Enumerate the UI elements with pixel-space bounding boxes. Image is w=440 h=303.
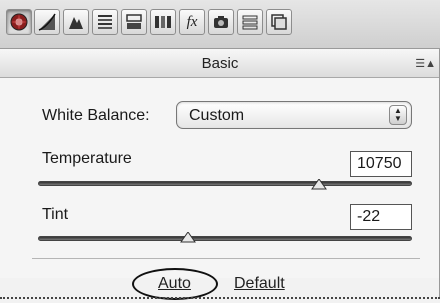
effects-icon[interactable]: fx: [179, 9, 205, 35]
temperature-slider-track[interactable]: [38, 181, 412, 186]
tone-curve-icon[interactable]: [34, 9, 60, 35]
lens-corrections-icon[interactable]: [150, 9, 176, 35]
dotted-border: [0, 297, 440, 299]
section-divider: [32, 258, 420, 259]
basic-adjustments-panel: fx Basic ☰▲ White Balance: Custom ▲ ▼ Tem…: [0, 0, 440, 303]
tint-label: Tint: [42, 206, 69, 223]
camera-calibration-icon[interactable]: [208, 9, 234, 35]
basic-tab-icon[interactable]: [6, 9, 32, 35]
select-stepper-icon: ▲ ▼: [389, 105, 407, 125]
presets-icon[interactable]: [237, 9, 263, 35]
white-balance-label: White Balance:: [42, 107, 150, 124]
temperature-slider-thumb[interactable]: [310, 179, 327, 191]
panel-menu-icon[interactable]: ☰▲: [415, 57, 436, 70]
temperature-field[interactable]: 10750: [350, 151, 412, 177]
tint-field[interactable]: -22: [350, 204, 412, 230]
white-balance-value: Custom: [189, 107, 245, 124]
split-toning-icon[interactable]: [121, 9, 147, 35]
tint-slider-thumb[interactable]: [179, 232, 196, 244]
hsl-grayscale-icon[interactable]: [92, 9, 118, 35]
detail-icon[interactable]: [63, 9, 89, 35]
temperature-label: Temperature: [42, 150, 132, 167]
section-title: Basic: [201, 55, 239, 72]
snapshots-icon[interactable]: [266, 9, 292, 35]
section-header: Basic ☰▲: [0, 49, 440, 78]
panel-toolbar: fx: [0, 0, 440, 49]
annotation-circle: [132, 268, 218, 300]
white-balance-select[interactable]: Custom ▲ ▼: [176, 101, 412, 129]
default-button[interactable]: Default: [234, 275, 285, 293]
tint-slider-track[interactable]: [38, 236, 412, 241]
